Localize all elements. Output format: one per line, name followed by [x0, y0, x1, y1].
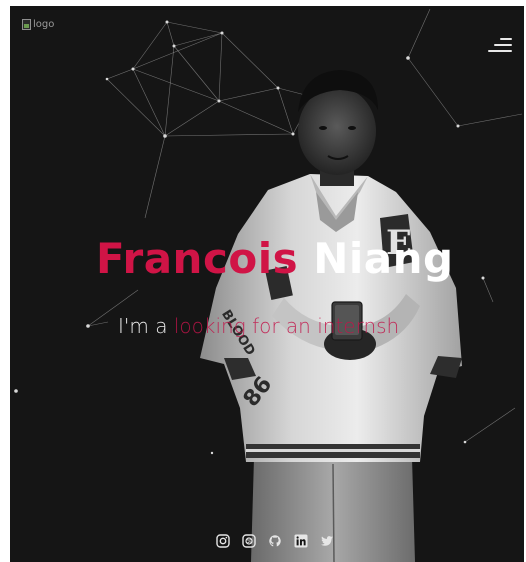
hero-tagline: I'm a looking for an internsh: [118, 316, 399, 336]
twitter-link[interactable]: [320, 534, 334, 548]
last-name: Niang: [313, 234, 454, 283]
logo-alt-text: logo: [33, 18, 55, 30]
dribbble-link[interactable]: [242, 534, 256, 548]
hamburger-icon: [500, 38, 512, 40]
hero-name: Francois Niang: [96, 238, 454, 280]
linkedin-link[interactable]: [294, 534, 308, 548]
dribbble-icon: [242, 534, 256, 548]
typed-text: looking for an internsh: [173, 314, 400, 338]
portrait-photo: E 86 BLOOD: [200, 70, 462, 562]
social-links: [216, 534, 334, 548]
menu-button[interactable]: [488, 38, 512, 52]
site-logo[interactable]: logo: [22, 16, 62, 32]
twitter-icon: [321, 536, 333, 546]
github-icon: [269, 535, 281, 547]
tagline-prefix: I'm a: [118, 314, 168, 338]
hamburger-icon-line: [488, 50, 512, 52]
first-name: Francois: [96, 234, 299, 283]
linkedin-icon: [294, 534, 308, 548]
instagram-icon: [216, 534, 230, 548]
hamburger-icon-line: [494, 44, 512, 46]
hero-section: E 86 BLOOD logo Francois Niang I'm a loo…: [10, 6, 524, 562]
github-link[interactable]: [268, 534, 282, 548]
instagram-link[interactable]: [216, 534, 230, 548]
broken-image-icon: [22, 18, 31, 30]
